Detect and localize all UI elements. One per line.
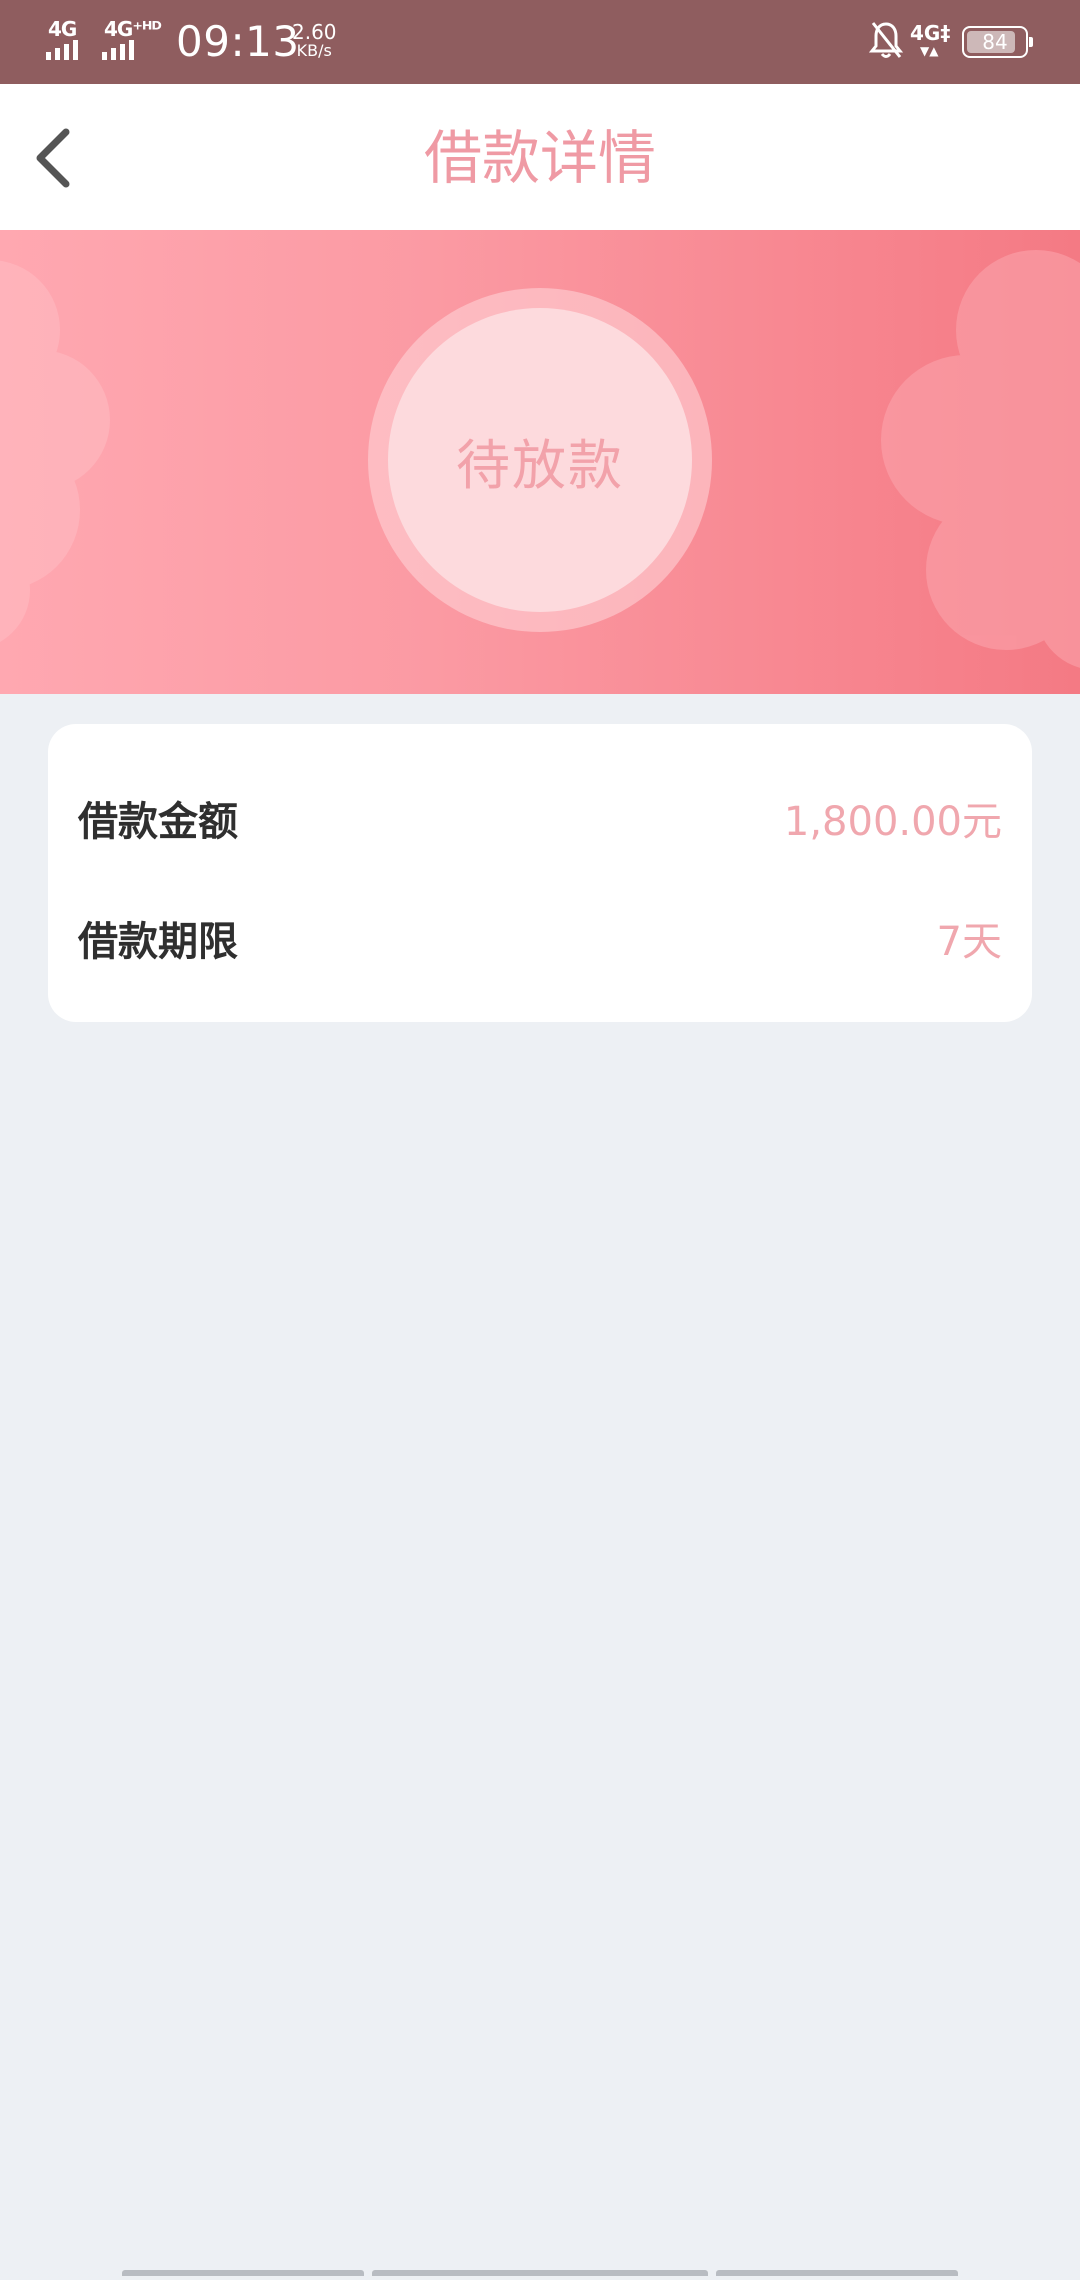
- network-speed-unit: KB/s: [296, 41, 332, 60]
- signal-icon: 4G⁺ᴴᴰ: [102, 18, 164, 60]
- cloud-decoration: [0, 260, 110, 642]
- status-banner: 待放款: [0, 230, 1080, 694]
- network-speed: 2.60 KB/s: [292, 22, 337, 60]
- status-ring: 待放款: [368, 288, 712, 632]
- loan-term-value: 7天: [936, 919, 1002, 965]
- cloud-decoration: [881, 250, 1080, 668]
- loan-amount-value: 1,800.00元: [783, 799, 1002, 845]
- loan-status-text: 待放款: [456, 433, 624, 497]
- data-arrows-icon: ▼▲: [920, 44, 939, 58]
- network-type-label: 4G: [48, 17, 77, 41]
- loan-term-row: 借款期限 7天: [78, 898, 1002, 978]
- loan-term-label: 借款期限: [78, 919, 238, 965]
- battery-level: 84: [982, 30, 1008, 54]
- battery-icon: 84: [962, 26, 1033, 58]
- signal-icon: 4G: [46, 18, 92, 60]
- loan-amount-label: 借款金额: [78, 799, 238, 845]
- network-type-label: 4G⁺ᴴᴰ: [104, 17, 162, 41]
- bell-off-icon: [868, 22, 904, 58]
- status-bar: 4G 4G⁺ᴴᴰ 09:13 2.60 KB/s 4G‡ ▼▲ 84: [0, 0, 1080, 84]
- network-type-right: 4G‡: [910, 21, 951, 45]
- page-title: 借款详情: [423, 124, 656, 192]
- screen: 4G 4G⁺ᴴᴰ 09:13 2.60 KB/s 4G‡ ▼▲ 84 借款详情 …: [0, 0, 1080, 2280]
- loan-info-card: 借款金额 1,800.00元 借款期限 7天: [48, 724, 1032, 1022]
- status-time: 09:13: [176, 17, 300, 66]
- loan-amount-row: 借款金额 1,800.00元: [78, 778, 1002, 858]
- nav-bar: 借款详情: [0, 84, 1080, 230]
- gesture-bar[interactable]: [0, 2270, 1080, 2280]
- status-circle: 待放款: [388, 308, 692, 612]
